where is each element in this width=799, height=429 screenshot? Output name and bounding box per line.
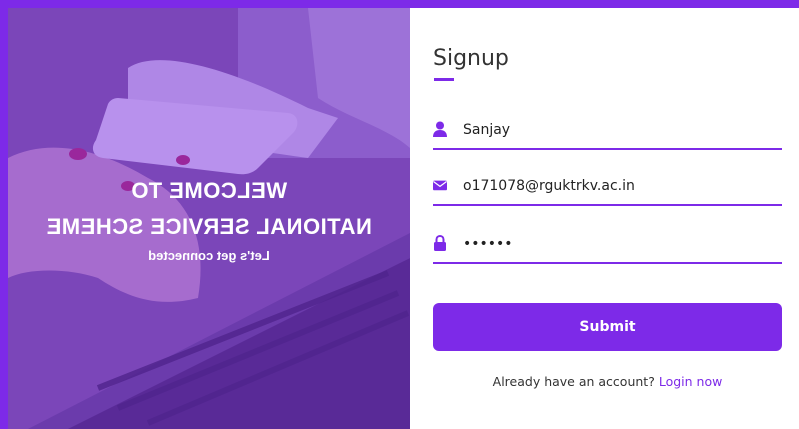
form-title: Signup: [433, 46, 509, 71]
login-now-link[interactable]: Login now: [659, 374, 723, 389]
email-field: [433, 168, 782, 206]
welcome-tagline: Let's get connected: [148, 248, 270, 263]
lock-icon: [434, 235, 446, 251]
name-field: [433, 112, 782, 150]
login-prompt-text: Already have an account?: [492, 374, 655, 389]
signup-container: WELCOME TO NATIONAL SERVICE SCHEME Let's…: [8, 8, 799, 429]
title-underline: [434, 78, 454, 81]
welcome-heading-line1: WELCOME TO: [130, 178, 288, 203]
welcome-heading-line2: NATIONAL SERVICE SCHEME: [46, 214, 372, 239]
email-input[interactable]: [463, 172, 763, 200]
signup-form: Signup Submit Already have a: [410, 8, 799, 429]
user-icon: [433, 121, 447, 137]
cover-image-panel: WELCOME TO NATIONAL SERVICE SCHEME Let's…: [8, 8, 410, 429]
password-input[interactable]: [463, 230, 763, 258]
submit-button[interactable]: Submit: [433, 303, 782, 351]
password-field: [433, 226, 782, 264]
name-input[interactable]: [463, 116, 763, 144]
login-prompt-row: Already have an account? Login now: [433, 374, 782, 389]
envelope-icon: [433, 180, 447, 191]
